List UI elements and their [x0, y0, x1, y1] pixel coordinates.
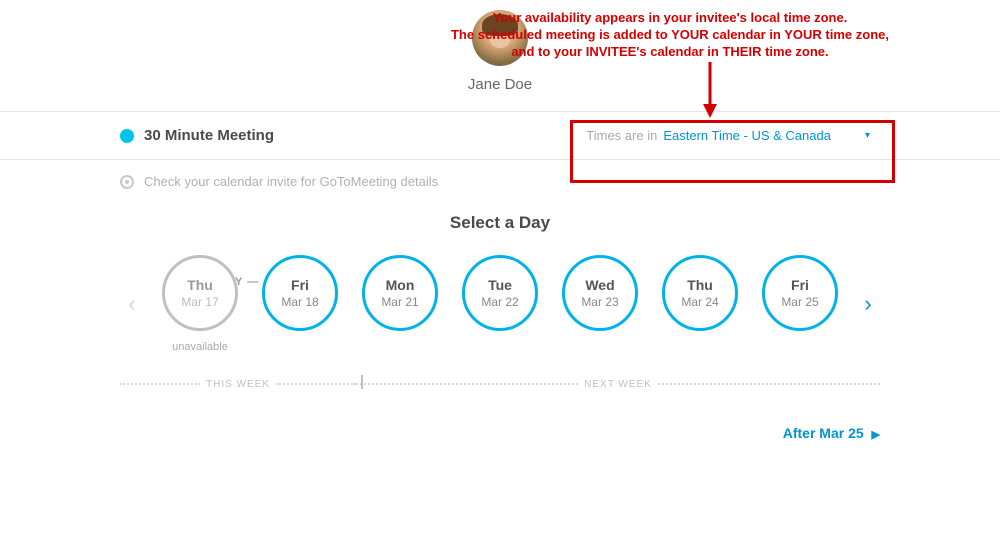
- day-option[interactable]: Thu Mar 24: [662, 255, 738, 331]
- day-weekday: Thu: [687, 277, 713, 293]
- prev-days-button[interactable]: ‹: [120, 292, 144, 316]
- day-option[interactable]: Mon Mar 21: [362, 255, 438, 331]
- chevron-down-icon: ▾: [865, 130, 870, 141]
- timezone-label: Times are in: [586, 128, 657, 143]
- day-option[interactable]: Fri Mar 25: [762, 255, 838, 331]
- day-option: Thu Mar 17: [162, 255, 238, 331]
- next-days-button[interactable]: ›: [856, 292, 880, 316]
- day-date: Mar 23: [581, 295, 618, 309]
- day-weekday: Thu: [187, 277, 213, 293]
- days-row: ‹ Thu Mar 17 unavailable Fri Mar 18 Mon Mar 21…: [120, 249, 880, 361]
- meeting-bar: 30 Minute Meeting Times are in Eastern T…: [0, 111, 1000, 160]
- dotted-line: [276, 383, 356, 385]
- day-weekday: Fri: [291, 277, 309, 293]
- day-weekday: Tue: [488, 277, 512, 293]
- annotation-line-3: and to your INVITEE's calendar in THEIR …: [430, 44, 910, 61]
- gotomeeting-note: Check your calendar invite for GoToMeeti…: [144, 174, 438, 189]
- day-option[interactable]: Tue Mar 22: [462, 255, 538, 331]
- day-date: Mar 17: [181, 295, 218, 309]
- dotted-line: [120, 383, 200, 385]
- triangle-right-icon: ▶: [872, 429, 880, 441]
- week-divider: THIS WEEK NEXT WEEK: [120, 377, 880, 391]
- annotation-callout: Your availability appears in your invite…: [430, 10, 910, 61]
- days-list: Thu Mar 17 unavailable Fri Mar 18 Mon Mar 21 Tu…: [162, 255, 838, 353]
- day-weekday: Fri: [791, 277, 809, 293]
- annotation-arrow-icon: [700, 62, 720, 118]
- after-date-text: After Mar 25: [783, 425, 864, 441]
- this-week-label: THIS WEEK: [200, 379, 276, 390]
- host-name: Jane Doe: [0, 76, 1000, 93]
- day-column: Wed Mar 23: [562, 255, 638, 353]
- annotation-line-2: The scheduled meeting is added to YOUR c…: [430, 27, 910, 44]
- day-date: Mar 25: [781, 295, 818, 309]
- day-option[interactable]: Fri Mar 18: [262, 255, 338, 331]
- gotomeeting-note-row: Check your calendar invite for GoToMeeti…: [120, 160, 880, 195]
- after-date-link[interactable]: After Mar 25 ▶: [120, 425, 880, 441]
- day-option[interactable]: Wed Mar 23: [562, 255, 638, 331]
- dotted-line: [356, 383, 578, 385]
- day-column: Thu Mar 24: [662, 255, 738, 353]
- chevron-left-icon: ‹: [128, 291, 135, 317]
- day-column: Fri Mar 18: [262, 255, 338, 353]
- timezone-selector[interactable]: Times are in Eastern Time - US & Canada …: [576, 124, 880, 147]
- week-tick: [361, 375, 363, 389]
- dotted-line: [658, 383, 880, 385]
- day-date: Mar 22: [481, 295, 518, 309]
- day-column: Mon Mar 21: [362, 255, 438, 353]
- select-day-heading: Select a Day: [0, 213, 1000, 233]
- chevron-right-icon: ›: [864, 291, 871, 317]
- next-week-label: NEXT WEEK: [578, 379, 658, 390]
- event-color-dot-icon: [120, 129, 134, 143]
- day-column: Tue Mar 22: [462, 255, 538, 353]
- annotation-line-1: Your availability appears in your invite…: [430, 10, 910, 27]
- day-weekday: Mon: [386, 277, 415, 293]
- timezone-value: Eastern Time - US & Canada: [663, 128, 831, 143]
- day-column: Fri Mar 25: [762, 255, 838, 353]
- day-date: Mar 21: [381, 295, 418, 309]
- day-sublabel: unavailable: [172, 341, 228, 353]
- day-weekday: Wed: [585, 277, 614, 293]
- radio-dot-icon: [120, 175, 134, 189]
- day-column: Thu Mar 17 unavailable: [162, 255, 238, 353]
- day-date: Mar 18: [281, 295, 318, 309]
- meeting-title-group: 30 Minute Meeting: [120, 127, 274, 144]
- meeting-title: 30 Minute Meeting: [144, 127, 274, 144]
- day-date: Mar 24: [681, 295, 718, 309]
